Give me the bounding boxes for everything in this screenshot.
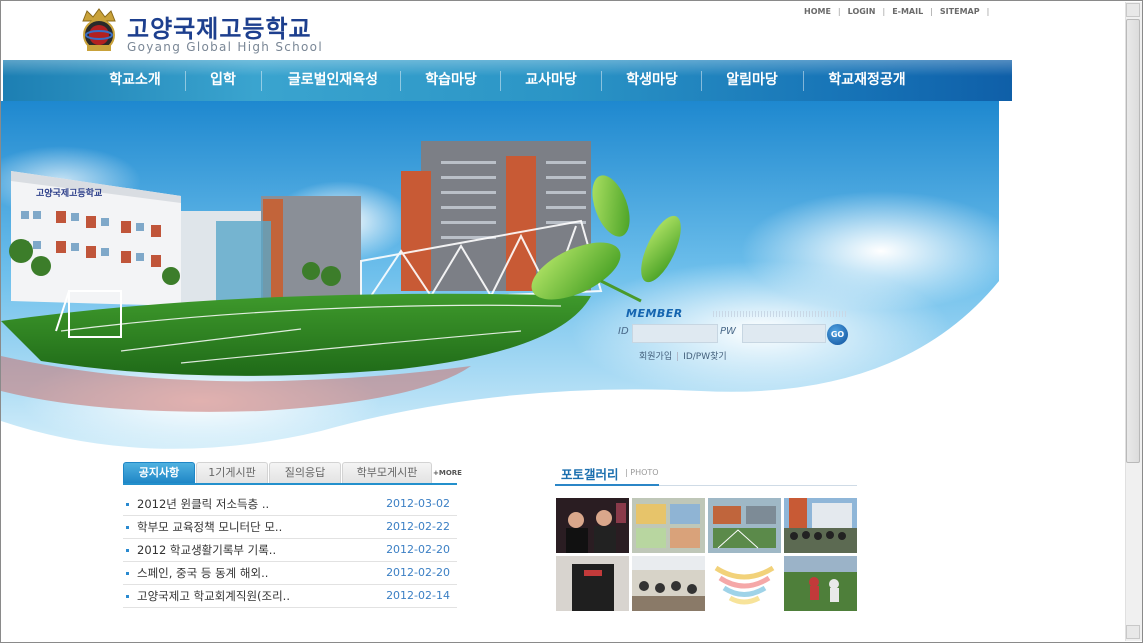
school-name: 고양국제고등학교 [127,15,312,43]
util-home-link[interactable]: HOME [799,7,836,16]
bullet-icon [126,526,129,529]
gallery-thumbnail[interactable] [708,556,781,611]
nav-item-admission[interactable]: 입학 [193,60,253,101]
id-label: ID [618,326,629,337]
main-nav-bar: 학교소개 입학 글로벌인재육성 학습마당 교사마당 학생마당 알림마당 학교재정… [3,60,1012,101]
bullet-icon [126,572,129,575]
gallery-thumbnail[interactable] [784,556,857,611]
join-link[interactable]: 회원가입 [639,352,672,362]
nav-divider [400,71,401,91]
notice-title[interactable]: 2012년 윈클릭 저소득층 .. [137,496,269,512]
gallery-title[interactable]: 포토갤러리 [561,464,619,483]
more-link[interactable]: +MORE [433,469,462,477]
scrollbar-thumb[interactable] [1126,19,1140,463]
util-separator: | [837,7,841,16]
nav-divider [185,71,186,91]
list-item[interactable]: 2012 학교생활기록부 기록.. 2012-02-20 [123,539,457,562]
bullet-icon [126,503,129,506]
notice-title[interactable]: 2012 학교생활기록부 기록.. [137,542,276,558]
nav-item-learning[interactable]: 학습마당 [408,60,494,101]
member-divider [713,311,848,317]
building-sign: 고양국제고등학교 [36,187,102,199]
list-item[interactable]: 2012년 윈클릭 저소득층 .. 2012-03-02 [123,493,457,516]
nav-item-teachers[interactable]: 교사마당 [508,60,594,101]
list-item[interactable]: 학부모 교육정책 모니터단 모.. 2012-02-22 [123,516,457,539]
nav-item-school-intro[interactable]: 학교소개 [93,60,177,101]
notice-date: 2012-02-14 [386,589,450,602]
notice-list: 2012년 윈클릭 저소득층 .. 2012-03-02 학부모 교육정책 모니… [123,493,457,608]
nav-divider [701,71,702,91]
notice-title[interactable]: 학부모 교육정책 모니터단 모.. [137,519,282,535]
list-item[interactable]: 스페인, 중국 등 동계 해외.. 2012-02-20 [123,562,457,585]
notice-date: 2012-02-20 [386,543,450,556]
notice-date: 2012-03-02 [386,497,450,510]
util-email-link[interactable]: E-MAIL [887,7,928,16]
notice-date: 2012-02-20 [386,566,450,579]
scroll-up-arrow-icon[interactable] [1126,3,1140,17]
util-sitemap-link[interactable]: SITEMAP [935,7,985,16]
util-login-link[interactable]: LOGIN [843,7,881,16]
nav-item-students[interactable]: 학생마당 [609,60,695,101]
nav-divider [803,71,804,91]
nav-item-global-talent[interactable]: 글로벌인재육성 [269,60,397,101]
school-emblem-icon [82,8,116,51]
nav-divider [261,71,262,91]
gallery-subtitle: | PHOTO [625,468,659,477]
bullet-icon [126,549,129,552]
gallery-thumbnail[interactable] [556,556,629,611]
notice-date: 2012-02-22 [386,520,450,533]
link-separator: | [676,352,680,362]
nav-divider [601,71,602,91]
util-separator: | [930,7,933,16]
util-separator: | [882,7,886,16]
scroll-down-arrow-icon[interactable] [1126,625,1140,639]
member-label: MEMBER [626,307,683,320]
school-logo[interactable]: 고양국제고등학교 Goyang Global High School [77,7,322,57]
nav-item-notices[interactable]: 알림마당 [709,60,795,101]
list-item[interactable]: 고양국제고 학교회계직원(조리.. 2012-02-14 [123,585,457,608]
pw-label: PW [720,326,736,337]
gallery-thumbnail[interactable] [784,498,857,553]
login-go-button[interactable]: GO [827,324,848,345]
bullet-icon [126,595,129,598]
gallery-thumbnail[interactable] [708,498,781,553]
tab-qna[interactable]: 질의응답 [269,462,341,483]
tab-first-class-board[interactable]: 1기게시판 [196,462,268,483]
school-name-english: Goyang Global High School [127,40,323,54]
password-input[interactable] [742,324,826,343]
id-input[interactable] [632,324,718,343]
tab-parents-board[interactable]: 학부모게시판 [342,462,432,483]
campus-illustration: 고양국제고등학교 [1,101,999,456]
gallery-thumbnail[interactable] [556,498,629,553]
tab-underline [123,483,457,485]
notice-title[interactable]: 스페인, 중국 등 동계 해외.. [137,565,268,581]
tab-notices[interactable]: 공지사항 [123,462,195,483]
gallery-divider-highlight [555,484,659,486]
nav-item-finance[interactable]: 학교재정공개 [811,60,923,101]
util-separator: | [986,7,990,16]
notice-title[interactable]: 고양국제고 학교회계직원(조리.. [137,588,290,604]
nav-divider [500,71,501,91]
main-visual-banner: 고양국제고등학교 [1,101,999,456]
find-id-pw-link[interactable]: ID/PW찾기 [683,352,727,362]
gallery-thumbnail[interactable] [632,498,705,553]
browser-frame: 고양국제고등학교 Goyang Global High School HOME |… [0,0,1143,643]
member-links: 회원가입 | ID/PW찾기 [639,349,727,362]
utility-nav: HOME | LOGIN | E-MAIL | SITEMAP | [799,7,991,16]
gallery-thumbnail[interactable] [632,556,705,611]
